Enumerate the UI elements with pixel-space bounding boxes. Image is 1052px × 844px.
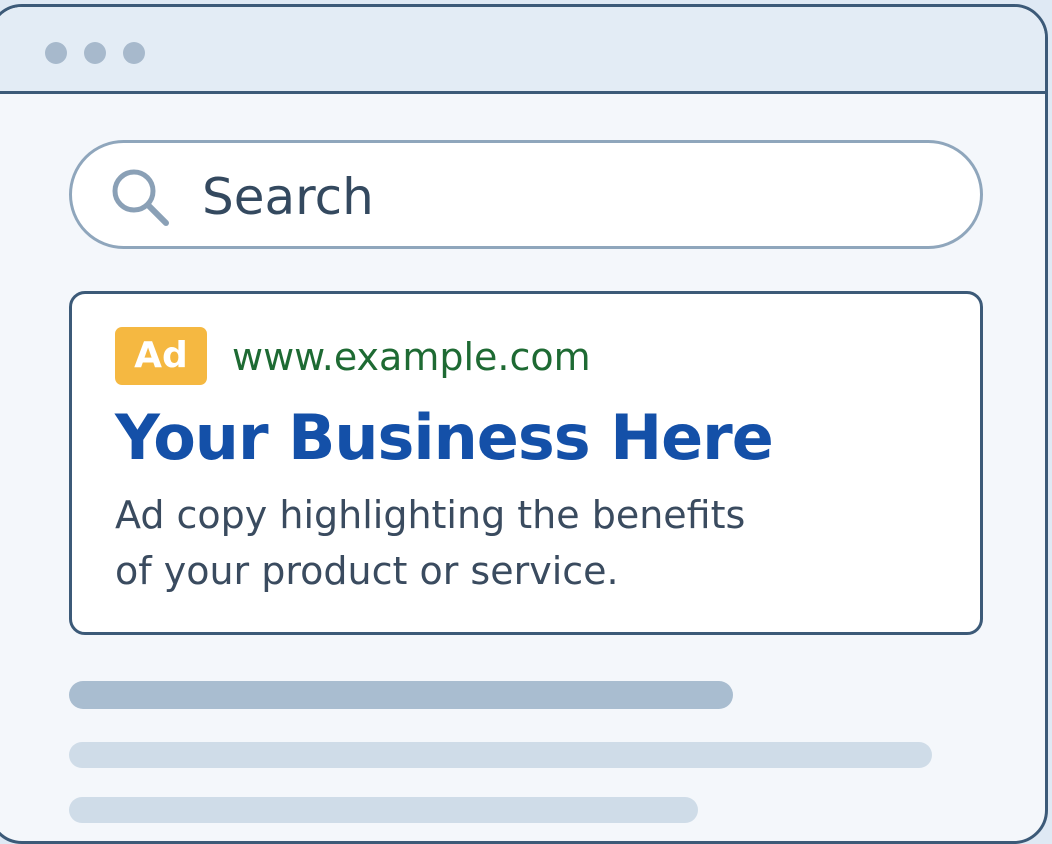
ad-headline[interactable]: Your Business Here xyxy=(115,400,774,476)
ad-url[interactable]: www.example.com xyxy=(232,333,591,381)
ad-badge: Ad xyxy=(115,327,207,385)
search-icon[interactable] xyxy=(108,165,172,229)
ad-description-line-1: Ad copy highlighting the benefits xyxy=(115,493,746,537)
ad-description: Ad copy highlighting the benefits of you… xyxy=(115,487,875,599)
placeholder-line-2 xyxy=(69,742,932,768)
window-control-dot-1[interactable] xyxy=(45,42,67,64)
ad-description-line-2: of your product or service. xyxy=(115,549,619,593)
search-input[interactable]: Search xyxy=(202,167,374,227)
placeholder-line-3 xyxy=(69,797,698,823)
window-control-dot-3[interactable] xyxy=(123,42,145,64)
window-control-dot-2[interactable] xyxy=(84,42,106,64)
title-bar xyxy=(0,7,1045,94)
placeholder-line-1 xyxy=(69,681,733,709)
